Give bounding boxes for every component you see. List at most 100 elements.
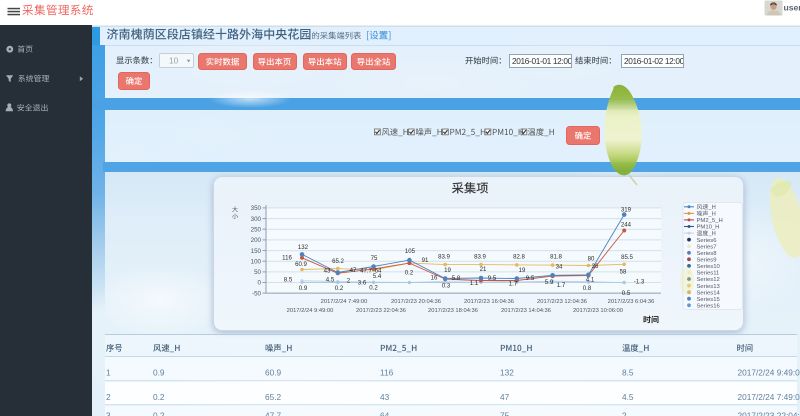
svg-text:usernam: usernam xyxy=(784,3,800,13)
svg-text:0.5: 0.5 xyxy=(622,290,631,297)
svg-text:2017/2/23 12:04:36: 2017/2/23 12:04:36 xyxy=(537,299,587,305)
svg-text:2017/2/23 22:04:36: 2017/2/23 22:04:36 xyxy=(356,308,406,314)
svg-text:91: 91 xyxy=(422,257,429,264)
svg-text:2017/2/24 9:49:00: 2017/2/24 9:49:00 xyxy=(287,308,334,314)
svg-text:4.1: 4.1 xyxy=(586,277,595,284)
svg-text:Series16: Series16 xyxy=(697,304,721,310)
svg-text:0.2: 0.2 xyxy=(405,270,414,277)
svg-text:5.8: 5.8 xyxy=(452,275,461,282)
svg-text:47.7: 47.7 xyxy=(265,411,282,416)
svg-text:1.7: 1.7 xyxy=(557,282,566,289)
svg-text:85.5: 85.5 xyxy=(621,254,633,261)
svg-text:75: 75 xyxy=(500,411,510,416)
svg-text:5.9: 5.9 xyxy=(545,279,554,286)
svg-text:1.7: 1.7 xyxy=(509,281,518,288)
svg-text:2: 2 xyxy=(347,278,351,285)
svg-text:60.9: 60.9 xyxy=(295,261,307,268)
svg-text:1.1: 1.1 xyxy=(470,280,479,287)
svg-text:Series13: Series13 xyxy=(697,284,721,290)
svg-text:Series9: Series9 xyxy=(697,258,717,264)
svg-text:43: 43 xyxy=(380,392,390,402)
svg-text:2: 2 xyxy=(106,392,111,402)
svg-text:2017/2/24 7:49:00: 2017/2/24 7:49:00 xyxy=(738,392,800,402)
svg-text:2017/2/23 14:04:36: 2017/2/23 14:04:36 xyxy=(501,308,551,314)
svg-text:47: 47 xyxy=(500,392,510,402)
svg-text:300: 300 xyxy=(251,216,262,223)
svg-text:200: 200 xyxy=(251,237,262,244)
svg-text:83.9: 83.9 xyxy=(438,254,450,261)
svg-text:9.5: 9.5 xyxy=(526,275,535,282)
svg-text:132: 132 xyxy=(500,368,514,378)
svg-text:4.5: 4.5 xyxy=(326,277,335,284)
svg-text:105: 105 xyxy=(405,248,416,255)
svg-text:2017/2/24 9:49:00: 2017/2/24 9:49:00 xyxy=(738,368,800,378)
svg-text:58: 58 xyxy=(620,269,627,276)
svg-text:2017/2/23 10:06:00: 2017/2/23 10:06:00 xyxy=(573,308,623,314)
svg-text:36: 36 xyxy=(592,263,599,270)
svg-text:Series11: Series11 xyxy=(697,271,720,277)
svg-text:47: 47 xyxy=(350,267,357,274)
svg-text:16: 16 xyxy=(431,275,438,282)
svg-text:-50: -50 xyxy=(252,290,262,297)
svg-text:47.7: 47.7 xyxy=(360,268,372,275)
svg-text:19: 19 xyxy=(444,267,451,274)
svg-text:150: 150 xyxy=(251,248,262,255)
svg-text:1: 1 xyxy=(106,368,111,378)
svg-text:9.5: 9.5 xyxy=(488,275,497,282)
svg-text:0.2: 0.2 xyxy=(153,411,165,416)
svg-text:0.8: 0.8 xyxy=(583,285,592,292)
svg-text:PM10_H: PM10_H xyxy=(697,225,720,231)
svg-text:10: 10 xyxy=(169,56,179,66)
svg-text:0.3: 0.3 xyxy=(442,283,451,290)
svg-text:350: 350 xyxy=(251,205,262,212)
svg-text:Series8: Series8 xyxy=(697,251,718,257)
svg-text:3: 3 xyxy=(106,411,111,416)
svg-text:64: 64 xyxy=(380,411,390,416)
svg-text:43: 43 xyxy=(324,268,331,275)
svg-text:Series6: Series6 xyxy=(697,238,718,244)
svg-text:116: 116 xyxy=(380,368,394,378)
svg-text:65.2: 65.2 xyxy=(332,258,344,265)
svg-text:21: 21 xyxy=(480,266,487,273)
svg-text:2017/2/24 7:49:00: 2017/2/24 7:49:00 xyxy=(321,299,368,305)
svg-text:19: 19 xyxy=(519,267,526,274)
svg-text:4.5: 4.5 xyxy=(622,392,634,402)
svg-text:Series14: Series14 xyxy=(697,290,721,296)
svg-text:116: 116 xyxy=(282,255,292,262)
svg-text:132: 132 xyxy=(298,244,309,251)
svg-text:244: 244 xyxy=(621,222,632,229)
svg-text:5.4: 5.4 xyxy=(373,273,382,280)
svg-text:0.9: 0.9 xyxy=(299,285,308,292)
svg-text:75: 75 xyxy=(371,255,378,262)
svg-text:8.5: 8.5 xyxy=(622,368,634,378)
svg-text:50: 50 xyxy=(254,269,261,276)
svg-text:0.2: 0.2 xyxy=(369,285,378,292)
svg-text:2017/2/23 22:04:36: 2017/2/23 22:04:36 xyxy=(738,411,800,416)
svg-text:2: 2 xyxy=(622,411,627,416)
svg-text:2017/2/23 16:04:36: 2017/2/23 16:04:36 xyxy=(464,299,514,305)
svg-text:82.8: 82.8 xyxy=(513,254,525,261)
svg-text:0.2: 0.2 xyxy=(153,392,165,402)
svg-text:2017/2/23 6:04:36: 2017/2/23 6:04:36 xyxy=(608,299,655,305)
svg-text:80: 80 xyxy=(588,256,595,263)
svg-text:65.2: 65.2 xyxy=(265,392,282,402)
svg-text:8.5: 8.5 xyxy=(284,277,293,284)
svg-text:319: 319 xyxy=(621,207,632,214)
svg-text:60.9: 60.9 xyxy=(265,368,282,378)
svg-text:100: 100 xyxy=(251,258,262,265)
svg-text:3.6: 3.6 xyxy=(358,280,367,287)
svg-text:-1.3: -1.3 xyxy=(634,279,645,286)
svg-text:34: 34 xyxy=(556,264,563,271)
svg-text:83.9: 83.9 xyxy=(474,254,486,261)
svg-text:81.8: 81.8 xyxy=(550,254,562,261)
svg-text:Series7: Series7 xyxy=(697,244,717,250)
svg-text:0: 0 xyxy=(258,280,262,287)
svg-text:0.2: 0.2 xyxy=(335,285,344,292)
svg-text:0.9: 0.9 xyxy=(153,368,165,378)
svg-text:Series15: Series15 xyxy=(697,297,721,303)
svg-text:2017/2/23 18:04:36: 2017/2/23 18:04:36 xyxy=(428,308,478,314)
svg-text:Series12: Series12 xyxy=(697,277,720,283)
svg-text:Series10: Series10 xyxy=(697,264,721,270)
svg-text:2017/2/23 20:04:36: 2017/2/23 20:04:36 xyxy=(391,299,441,305)
svg-text:PM2_5_H: PM2_5_H xyxy=(697,218,723,224)
